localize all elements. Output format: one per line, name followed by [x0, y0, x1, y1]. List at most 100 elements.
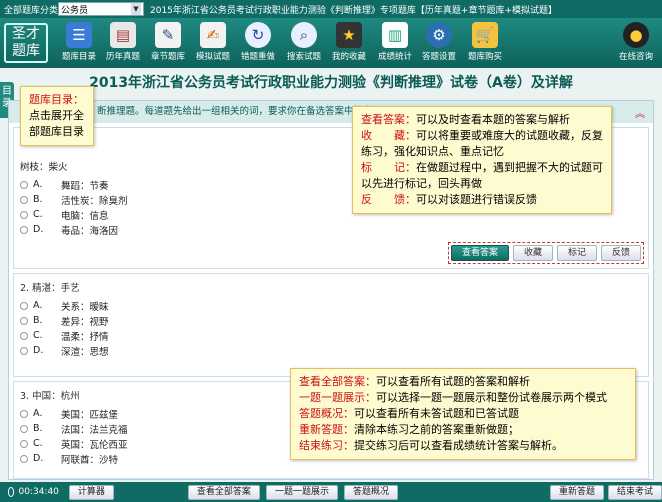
toolbar-redo[interactable]: ↻ 错题重做 [235, 22, 281, 66]
option-letter: B. [33, 194, 43, 205]
radio-button[interactable] [20, 195, 28, 204]
radio-button[interactable] [20, 424, 28, 433]
view-all-answers-button[interactable]: 查看全部答案 [187, 484, 260, 500]
question-actions-tooltip: 查看答案：可以及时查看本题的答案与解析 收 藏：可以将重要或难度大的试题收藏，反… [352, 106, 612, 214]
package-title: 2015年浙江省公务员考试行政职业能力测验《判断推理》专项题库【历年真题+章节题… [150, 5, 557, 16]
radio-button[interactable] [20, 225, 28, 234]
toolbar-favorites[interactable]: ★ 我的收藏 [326, 22, 372, 66]
option-text: 美国：匹兹堡 [61, 409, 119, 421]
toolbar-catalog[interactable]: ☰ 题库目录 [56, 22, 102, 66]
option-d[interactable]: D. 毒品：海洛因 [14, 222, 648, 237]
toolbar-purchase[interactable]: 🛒 题库购买 [462, 22, 508, 66]
collapse-icon[interactable]: ︽ [635, 105, 645, 120]
toolbar-label: 搜索试题 [286, 52, 321, 62]
radio-button[interactable] [20, 301, 28, 310]
toolbar-settings[interactable]: ⚙ 答题设置 [416, 22, 462, 66]
chevron-down-icon: ▼ [131, 3, 141, 15]
tooltip-line: 结束练习：提交练习后可以查看成绩统计答案与解析。 [299, 439, 563, 452]
tooltip-line: 标 记：在做题过程中，遇到把握不大的试题可以先进行标记，回头再做 [361, 161, 603, 190]
papers-icon: ▤ [110, 22, 136, 48]
tooltip-heading: 题库目录： [29, 93, 84, 106]
option-c[interactable]: C. 温柔：抒情 [14, 328, 648, 343]
tooltip-line: 答题概况：可以查看所有未答试题和已答试题 [299, 407, 519, 420]
radio-button[interactable] [20, 210, 28, 219]
toolbar-search[interactable]: ⌕ 搜索试题 [281, 22, 327, 66]
question-card: 2. 精湛：手艺 A. 关系：暧昧 B. 差异：视野 C. 温柔：抒情 D. 深渲：思想 [13, 273, 649, 377]
toolbar-label: 我的收藏 [331, 52, 366, 62]
option-text: 阿联酋：沙特 [61, 454, 119, 466]
option-letter: C. [33, 209, 43, 220]
toolbar-label: 题库购买 [467, 52, 502, 62]
option-text: 活性炭：除臭剂 [61, 195, 128, 207]
radio-button[interactable] [20, 331, 28, 340]
toolbar-label: 题库目录 [61, 52, 96, 62]
answer-overview-button[interactable]: 答题概况 [343, 484, 398, 500]
tooltip-line: 重新答题：清除本练习之前的答案重新做题； [299, 423, 519, 436]
tooltip-line: 收 藏：可以将重要或难度大的试题收藏，反复练习，强化知识点、重点记忆 [361, 129, 603, 158]
option-text: 深渲：思想 [61, 346, 109, 358]
toolbar-chapter[interactable]: ✎ 章节题库 [145, 22, 191, 66]
radio-button[interactable] [20, 180, 28, 189]
option-a[interactable]: A. 关系：暧昧 [14, 298, 648, 313]
toolbar-label: 错题重做 [240, 52, 275, 62]
tooltip-line: 反 馈：可以对该题进行错误反馈 [361, 193, 537, 206]
view-answer-button[interactable]: 查看答案 [450, 245, 509, 261]
option-letter: D. [33, 345, 44, 356]
clock-icon [8, 487, 15, 497]
option-text: 英国：瓦伦西亚 [61, 439, 128, 451]
search-icon: ⌕ [291, 22, 317, 48]
feedback-button[interactable]: 反馈 [600, 245, 641, 261]
exam-title: 2013年浙江省公务员考试行政职业能力测验《判断推理》试卷（A卷）及详解 [0, 68, 662, 98]
option-letter: A. [33, 179, 43, 190]
toolbar: 圣才题库 ☰ 题库目录 ▤ 历年真题 ✎ 章节题库 ✍ 模拟试题 ↻ 错题重做 … [0, 18, 662, 68]
toolbar-label: 答题设置 [421, 52, 456, 62]
question-actions: 查看答案 收藏 标记 反馈 [447, 242, 644, 264]
tooltip-line: 一题一题展示：可以选择一题一题展示和整份试卷展示两个模式 [299, 391, 607, 404]
toolbar-past-papers[interactable]: ▤ 历年真题 [100, 22, 146, 66]
toolbar-label: 章节题库 [150, 52, 185, 62]
toolbar-mock[interactable]: ✍ 模拟试题 [190, 22, 236, 66]
option-text: 法国：法兰克福 [61, 424, 128, 436]
favorite-button[interactable]: 收藏 [512, 245, 553, 261]
tooltip-body: 点击展开全部题库目录 [29, 109, 84, 138]
option-letter: B. [33, 423, 43, 434]
finish-exam-button[interactable]: 结束考试 [607, 484, 662, 500]
calculator-button[interactable]: 计算器 [68, 484, 114, 500]
gear-icon: ⚙ [426, 22, 452, 48]
toolbar-label: 在线咨询 [618, 52, 653, 62]
question-number: 2. 精湛：手艺 [20, 283, 80, 294]
top-bar: 全部题库分类 公务员 ▼ 2015年浙江省公务员考试行政职业能力测验《判断推理》… [0, 0, 662, 18]
option-letter: D. [33, 224, 44, 235]
redo-icon: ↻ [245, 22, 271, 48]
option-letter: C. [33, 330, 43, 341]
tooltip-line: 查看答案：可以及时查看本题的答案与解析 [361, 113, 570, 126]
tooltip-line: 查看全部答案：可以查看所有试题的答案和解析 [299, 375, 530, 388]
radio-button[interactable] [20, 454, 28, 463]
category-select[interactable]: 公务员 ▼ [58, 2, 144, 16]
option-text: 关系：暧昧 [61, 301, 109, 313]
toolbar-online-service[interactable]: ● 在线咨询 [612, 22, 660, 66]
option-text: 舞蹈：节奏 [61, 180, 109, 192]
cart-icon: 🛒 [472, 22, 498, 48]
mark-button[interactable]: 标记 [556, 245, 597, 261]
radio-button[interactable] [20, 346, 28, 355]
option-b[interactable]: B. 差异：视野 [14, 313, 648, 328]
restart-button[interactable]: 重新答题 [549, 484, 604, 500]
option-d[interactable]: D. 深渲：思想 [14, 343, 648, 358]
option-text: 毒品：海洛因 [61, 225, 119, 237]
radio-button[interactable] [20, 439, 28, 448]
toolbar-label: 模拟试题 [195, 52, 230, 62]
radio-button[interactable] [20, 409, 28, 418]
one-by-one-button[interactable]: 一题一题展示 [265, 484, 338, 500]
option-letter: A. [33, 300, 43, 311]
radio-button[interactable] [20, 316, 28, 325]
option-text: 电脑：信息 [61, 210, 109, 222]
catalog-icon: ☰ [66, 22, 92, 48]
option-text: 温柔：抒情 [61, 331, 109, 343]
timer: 00:34:40 [18, 487, 59, 497]
catalog-tooltip: 题库目录： 点击展开全部题库目录 [20, 86, 94, 146]
bookmark-icon: ★ [336, 22, 362, 48]
option-letter: C. [33, 438, 43, 449]
option-letter: A. [33, 408, 43, 419]
toolbar-stats[interactable]: ▥ 成绩统计 [372, 22, 418, 66]
